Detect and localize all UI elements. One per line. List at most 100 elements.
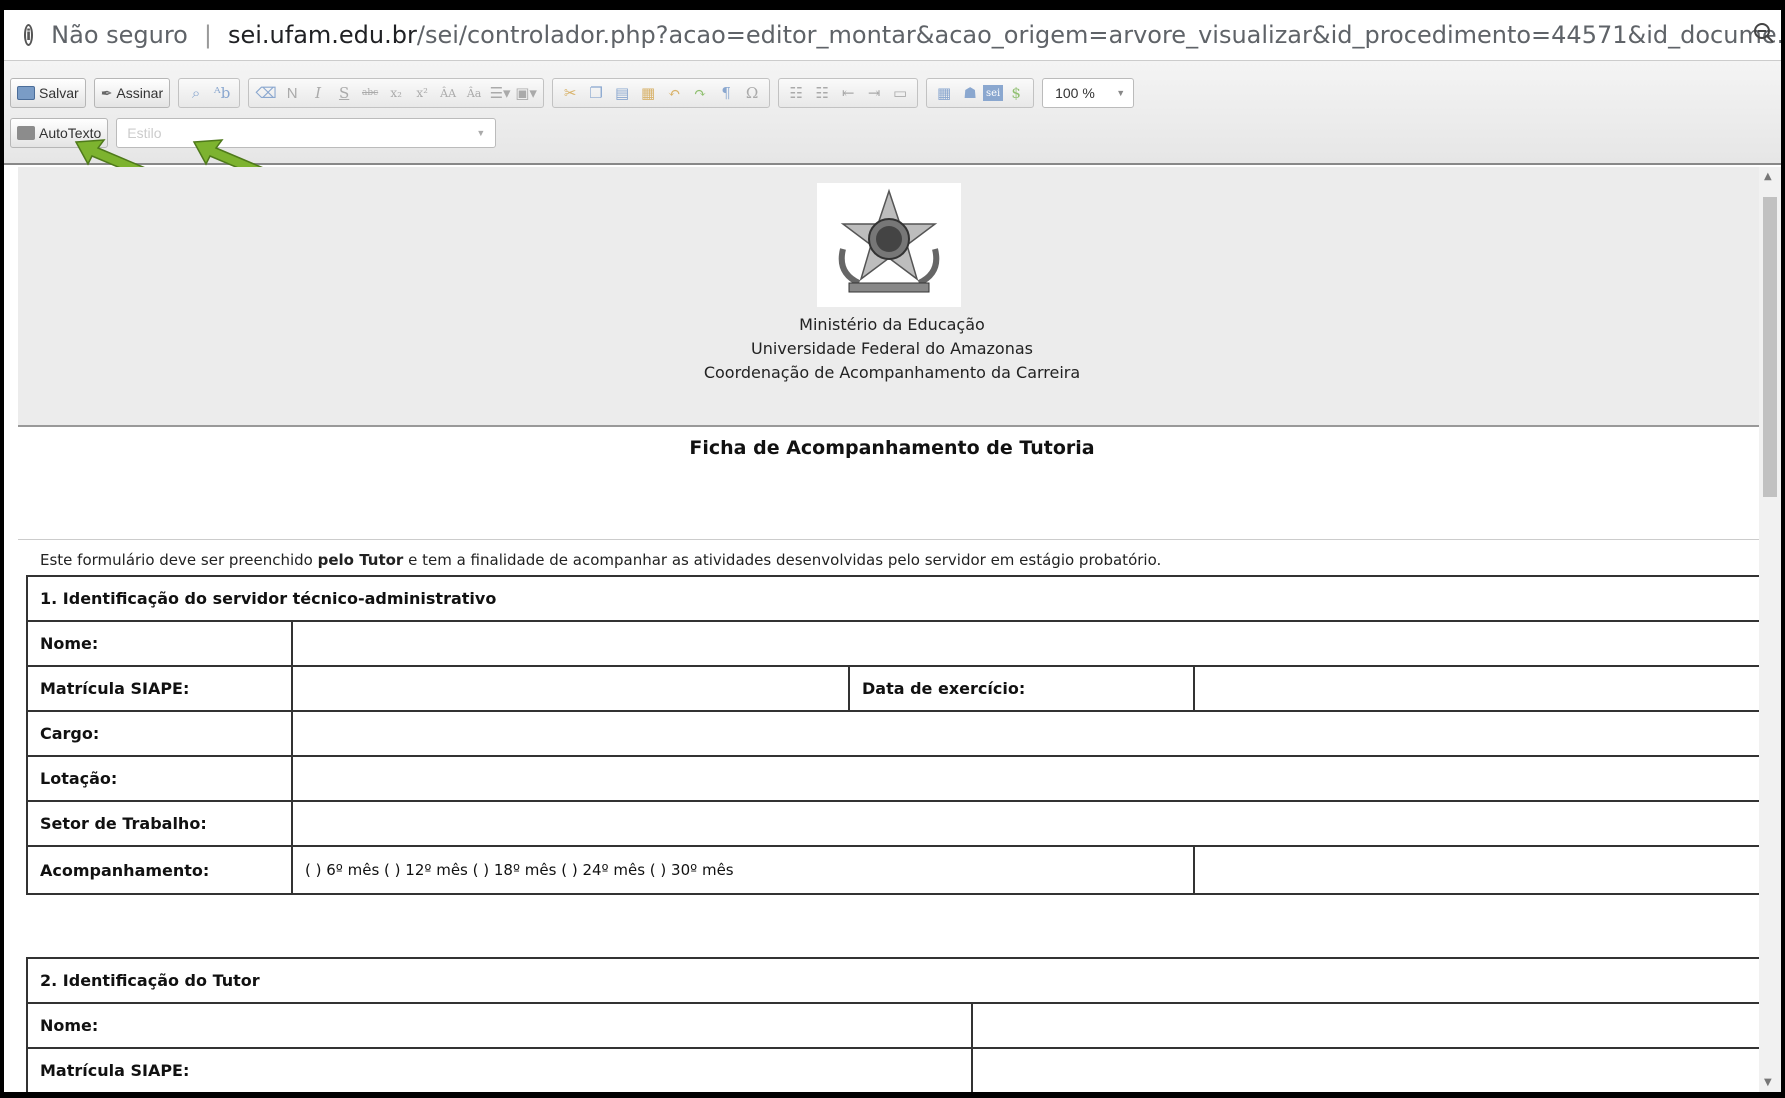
strike-button[interactable]: abc [357,82,383,104]
matricula-label: Matrícula SIAPE: [26,665,293,712]
save-label: Salvar [39,85,79,101]
acompanhamento-options[interactable]: ( ) 6º mês ( ) 12º mês ( ) 18º mês ( ) 2… [291,845,1195,895]
url-path: /sei/controlador.php?acao=editor_montar&… [416,21,1781,49]
security-label: Não seguro [51,21,188,49]
nome-label: Nome: [26,620,293,667]
sei-icon[interactable]: sei [983,85,1004,101]
sign-label: Assinar [116,85,164,101]
data-exercicio-label: Data de exercício: [848,665,1195,712]
section2-heading: 2. Identificação do Tutor [25,957,1766,1004]
cargo-field[interactable] [290,710,1766,757]
table-row: Matrícula SIAPE: [26,1047,1766,1092]
section2-table: 2. Identificação do Tutor Nome: Matrícul… [25,957,1766,1092]
acompanhamento-label: Acompanhamento: [26,845,293,895]
save-button[interactable]: Salvar [10,78,86,108]
table-row: 1. Identificação do servidor técnico-adm… [25,575,1766,622]
format-group: ⌫ N I S abc x₂ x² ÂA Âa ☰▾ ▣▾ [248,78,545,108]
paragraph-icon[interactable]: ¶ [713,82,739,104]
redo-icon[interactable]: ↷ [687,82,713,104]
tutor-matricula-field[interactable] [970,1047,1766,1092]
url-separator: | [203,21,212,49]
section1-heading: 1. Identificação do servidor técnico-adm… [25,575,1766,622]
vertical-scrollbar[interactable]: ▲ ▼ [1759,167,1781,1092]
italic-button[interactable]: I [305,82,331,104]
nome-field[interactable] [290,620,1766,667]
table-row: Acompanhamento: ( ) 6º mês ( ) 12º mês (… [26,845,1766,895]
chevron-down-icon: ▼ [1116,88,1126,98]
scroll-up-icon[interactable]: ▲ [1764,171,1772,182]
tutor-nome-field[interactable] [970,1002,1766,1049]
table-row: Lotação: [26,755,1766,802]
table-icon[interactable]: ▦ [931,82,957,104]
lotacao-field[interactable] [290,755,1766,802]
document-title: Ficha de Acompanhamento de Tutoria [689,437,1095,459]
document-body[interactable]: Ministério da Educação Universidade Fede… [18,167,1766,1092]
info-icon[interactable]: i [24,24,34,46]
floppy-disk-icon [17,86,35,100]
text-color-icon[interactable]: ▣▾ [513,82,539,104]
image-icon[interactable]: ▭ [887,82,913,104]
setor-field[interactable] [290,800,1766,847]
paste-word-icon[interactable]: ▦ [635,82,661,104]
document-header: Ministério da Educação Universidade Fede… [18,167,1766,427]
outdent-icon[interactable]: ⇤ [835,82,861,104]
matricula-field[interactable] [291,665,850,712]
tutor-matricula-label: Matrícula SIAPE: [26,1047,973,1092]
find-icon[interactable]: ⌕ [183,82,209,104]
lowercase-button[interactable]: Âa [461,82,487,104]
scroll-down-icon[interactable]: ▼ [1764,1077,1772,1088]
zoom-select[interactable]: 100 % ▼ [1042,78,1135,108]
undo-icon[interactable]: ↶ [661,82,687,104]
subscript-button[interactable]: x₂ [383,82,409,104]
header-line-ministry: Ministério da Educação [799,315,985,334]
table-row: Cargo: [26,710,1766,757]
intro-text-before: Este formulário deve ser preenchido [40,551,318,569]
paste-icon[interactable]: ▤ [609,82,635,104]
url-domain: sei.ufam.edu.br [227,21,417,49]
insert-group: ▦ ☗ sei $ [926,78,1035,108]
lotacao-label: Lotação: [26,755,293,802]
intro-text-bold: pelo Tutor [317,551,404,569]
browser-window: i Não seguro | sei.ufam.edu.br /sei/cont… [0,10,1785,1098]
copy-icon[interactable]: ❐ [583,82,609,104]
section1-table: 1. Identificação do servidor técnico-adm… [25,575,1766,895]
indent-icon[interactable]: ⇥ [861,82,887,104]
dollar-icon[interactable]: $ [1003,82,1029,104]
replace-icon[interactable]: ᴬb [209,82,235,104]
superscript-button[interactable]: x² [409,82,435,104]
chevron-down-icon: ▼ [476,128,486,138]
bulleted-list-icon[interactable]: ☷ [809,82,835,104]
data-exercicio-field[interactable] [1192,665,1766,712]
setor-label: Setor de Trabalho: [26,800,293,847]
omega-icon[interactable]: Ω [739,82,765,104]
sign-button[interactable]: ✒ Assinar [93,78,171,108]
cut-icon[interactable]: ✂ [557,82,583,104]
bold-button[interactable]: N [279,82,305,104]
address-bar[interactable]: i Não seguro | sei.ufam.edu.br /sei/cont… [4,10,1781,60]
scrollbar-thumb[interactable] [1763,197,1777,497]
eraser-icon[interactable]: ⌫ [253,82,279,104]
table-row: Setor de Trabalho: [26,800,1766,847]
zoom-value: 100 % [1055,85,1095,101]
numbered-list-icon[interactable]: ☷ [783,82,809,104]
coat-of-arms-icon [817,183,961,307]
intro-paragraph: Este formulário deve ser preenchido pelo… [40,551,1161,569]
zoom-icon[interactable] [1753,22,1775,44]
table-row: 2. Identificação do Tutor [25,957,1766,1004]
underline-button[interactable]: S [331,82,357,104]
cargo-label: Cargo: [26,710,293,757]
table-row: Matrícula SIAPE: Data de exercício: [26,665,1766,712]
list-style-icon[interactable]: ☰▾ [487,82,513,104]
acompanhamento-extra-field[interactable] [1192,845,1766,895]
uppercase-button[interactable]: ÂA [435,82,461,104]
people-icon[interactable]: ☗ [957,82,983,104]
speech-bubble-icon [17,126,35,140]
pen-icon: ✒ [100,84,113,101]
style-select[interactable]: Estilo ▼ [116,118,497,148]
clipboard-group: ✂ ❐ ▤ ▦ ↶ ↷ ¶ Ω [552,78,771,108]
header-line-university: Universidade Federal do Amazonas [751,339,1033,358]
table-row: Nome: [26,620,1766,667]
intro-text-after: e tem a finalidade de acompanhar as ativ… [403,551,1162,569]
search-group: ⌕ ᴬb [178,78,241,108]
table-row: Nome: [26,1002,1766,1049]
